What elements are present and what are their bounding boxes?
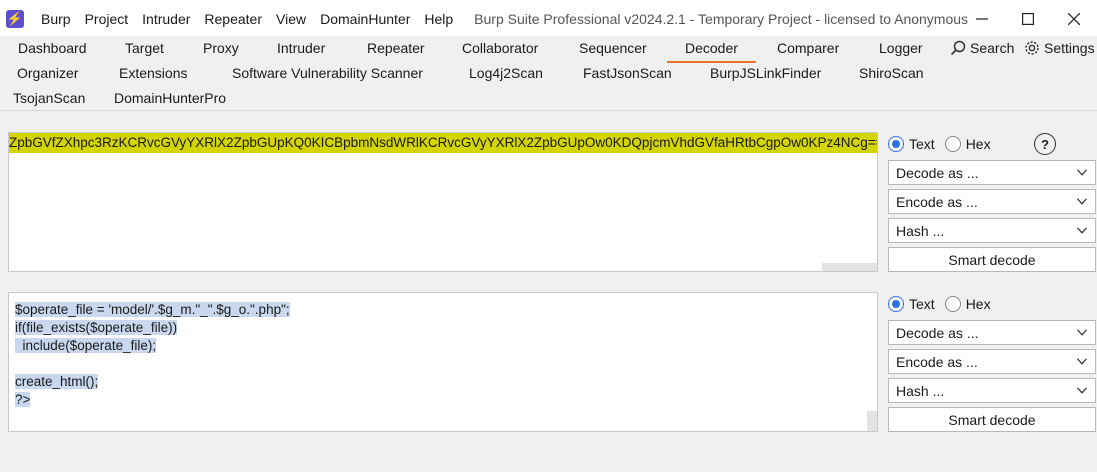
chevron-down-icon [1077,169,1087,176]
settings-label: Settings [1044,40,1095,56]
decode-as-label: Decode as ... [896,164,979,181]
encode-as-label: Encode as ... [896,353,978,370]
tab-repeater[interactable]: Repeater [367,37,425,59]
decode-as-select[interactable]: Decode as ... [888,160,1096,185]
tab-proxy[interactable]: Proxy [203,37,239,59]
menu-burp[interactable]: Burp [34,0,78,38]
maximize-button[interactable] [1005,0,1051,38]
decoder-input-editor[interactable]: ZpbGVfZXhpc3RzKCRvcGVyYXRlX2ZpbGUpKQ0KIC… [8,132,878,272]
text-radio-label: Text [909,136,935,152]
decoder-controls-2: Text Hex Decode as ... Encode as ... Has… [888,292,1096,432]
chevron-down-icon [1077,227,1087,234]
close-icon [1068,13,1080,25]
tab-shiroscan[interactable]: ShiroScan [859,62,924,84]
gear-icon [1025,41,1039,55]
hex-radio[interactable]: Hex [944,296,991,312]
tab-burpjslinkfinder[interactable]: BurpJSLinkFinder [710,62,821,84]
tool-tab-bar: Dashboard Target Proxy Intruder Repeater… [0,36,1097,111]
menu-bar: Burp Project Intruder Repeater View Doma… [34,0,460,38]
menu-intruder[interactable]: Intruder [135,0,197,38]
menu-domainhunter[interactable]: DomainHunter [313,0,417,38]
minimize-icon [976,18,988,20]
tab-log4j2scan[interactable]: Log4j2Scan [469,62,543,84]
tab-dashboard[interactable]: Dashboard [18,37,87,59]
output-line: ?> [15,392,31,407]
encode-as-select[interactable]: Encode as ... [888,189,1096,214]
chevron-down-icon [1077,329,1087,336]
radio-selected-icon [888,136,904,152]
title-bar: ⚡ Burp Project Intruder Repeater View Do… [0,0,1097,38]
output-line: $operate_file = 'model/'.$g_m."_".$g_o."… [15,302,290,317]
tab-domainhunterpro[interactable]: DomainHunterPro [114,87,226,109]
smart-decode-button[interactable]: Smart decode [888,247,1096,272]
settings-button[interactable]: Settings [1024,37,1095,59]
radio-unselected-icon [944,136,961,152]
text-radio[interactable]: Text [888,296,935,312]
tab-collaborator[interactable]: Collaborator [462,37,538,59]
decoder-output-editor[interactable]: $operate_file = 'model/'.$g_m."_".$g_o."… [8,292,878,432]
search-icon [950,40,966,56]
hex-radio[interactable]: Hex [944,136,991,152]
decoded-output: $operate_file = 'model/'.$g_m."_".$g_o."… [9,293,877,409]
smart-decode-button[interactable]: Smart decode [888,407,1096,432]
maximize-icon [1022,13,1034,25]
tab-sequencer[interactable]: Sequencer [579,37,647,59]
hex-radio-label: Hex [965,296,991,312]
radio-selected-icon [888,296,904,312]
tab-fastjsonscan[interactable]: FastJsonScan [583,62,672,84]
text-radio-label: Text [909,296,935,312]
menu-repeater[interactable]: Repeater [197,0,269,38]
hex-radio-label: Hex [965,136,991,152]
minimize-button[interactable] [959,0,1005,38]
encode-as-label: Encode as ... [896,193,978,210]
hash-select[interactable]: Hash ... [888,378,1096,403]
tab-intruder[interactable]: Intruder [277,37,325,59]
window-controls [959,0,1097,38]
decoder-controls-1: Text Hex ? Decode as ... Encode as ... H… [888,132,1096,272]
menu-project[interactable]: Project [78,0,136,38]
tab-logger[interactable]: Logger [879,37,923,59]
encode-as-select[interactable]: Encode as ... [888,349,1096,374]
search-label: Search [970,40,1015,56]
output-line: if(file_exists($operate_file)) [15,320,178,335]
hash-label: Hash ... [896,382,945,399]
close-button[interactable] [1051,0,1097,38]
chevron-down-icon [1077,358,1087,365]
help-icon[interactable]: ? [1034,133,1056,155]
tab-organizer[interactable]: Organizer [17,62,78,84]
encoded-input-text: ZpbGVfZXhpc3RzKCRvcGVyYXRlX2ZpbGUpKQ0KIC… [9,133,877,153]
decode-as-label: Decode as ... [896,324,979,341]
tab-tsojanscan[interactable]: TsojanScan [13,87,85,109]
hash-label: Hash ... [896,222,945,239]
tab-target[interactable]: Target [125,37,164,59]
radio-unselected-icon [944,296,961,312]
output-line: create_html(); [15,374,99,389]
tab-comparer[interactable]: Comparer [777,37,839,59]
menu-help[interactable]: Help [417,0,460,38]
horizontal-scrollbar[interactable] [822,263,877,271]
search-button[interactable]: Search [950,37,1014,59]
window-title: Burp Suite Professional v2024.2.1 - Temp… [474,11,969,27]
burp-lightning-icon: ⚡ [6,10,24,28]
hash-select[interactable]: Hash ... [888,218,1096,243]
tab-extensions[interactable]: Extensions [119,62,187,84]
text-radio[interactable]: Text [888,136,935,152]
chevron-down-icon [1077,387,1087,394]
decode-as-select[interactable]: Decode as ... [888,320,1096,345]
output-line: include($operate_file); [15,338,157,353]
vertical-scrollbar[interactable] [867,411,877,431]
menu-view[interactable]: View [269,0,313,38]
tab-decoder[interactable]: Decoder [667,37,756,63]
chevron-down-icon [1077,198,1087,205]
tab-software-vulnerability-scanner[interactable]: Software Vulnerability Scanner [232,62,423,84]
